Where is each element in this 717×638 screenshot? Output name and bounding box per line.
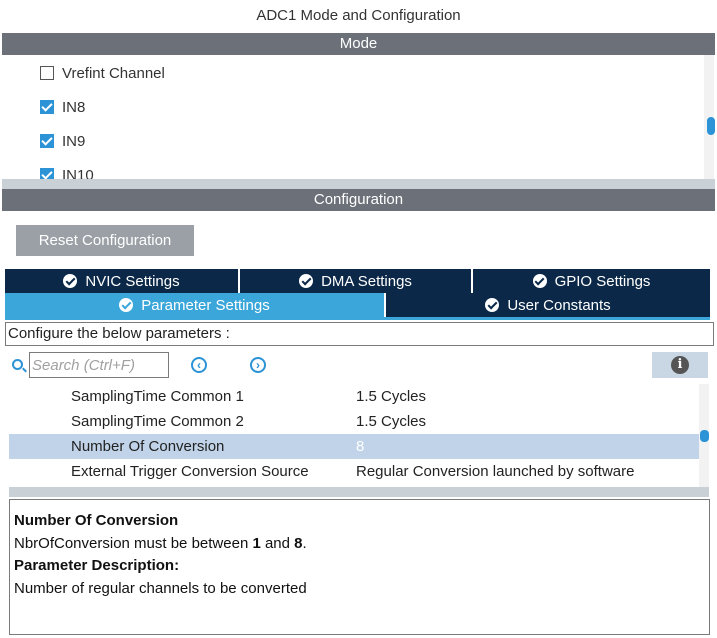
tab-user-constants[interactable]: User Constants xyxy=(386,293,710,317)
parameter-table: SamplingTime Common 1 1.5 Cycles Samplin… xyxy=(9,384,699,487)
check-circle-icon xyxy=(119,298,134,312)
param-value[interactable]: 1.5 Cycles xyxy=(356,409,426,434)
mode-panel: Vrefint Channel IN8 IN9 IN10 xyxy=(2,55,715,179)
tab-parameter-settings[interactable]: Parameter Settings xyxy=(5,293,386,317)
tab-nvic-settings[interactable]: NVIC Settings xyxy=(5,269,240,293)
info-icon: i xyxy=(671,356,689,374)
parameter-scrollbar-thumb[interactable] xyxy=(700,430,709,442)
search-toolbar: ‹ › i xyxy=(9,352,709,380)
mode-item-label: IN10 xyxy=(62,166,94,180)
tab-label: DMA Settings xyxy=(321,272,412,290)
param-name: Number Of Conversion xyxy=(71,438,225,455)
mode-item-label: IN8 xyxy=(62,98,86,116)
mode-item-in10[interactable]: IN10 xyxy=(40,164,94,179)
check-circle-icon xyxy=(63,274,78,288)
reset-configuration-button[interactable]: Reset Configuration xyxy=(16,225,194,256)
constraint-max: 8 xyxy=(294,534,303,552)
mode-item-in8[interactable]: IN8 xyxy=(40,96,85,118)
splitter[interactable] xyxy=(9,487,709,497)
param-description-label: Parameter Description: xyxy=(14,557,180,574)
check-circle-icon xyxy=(532,274,547,288)
param-name: SamplingTime Common 1 xyxy=(71,388,244,405)
tab-label: Parameter Settings xyxy=(141,296,270,314)
table-row[interactable]: External Trigger Conversion Source Regul… xyxy=(9,459,699,484)
table-row-selected[interactable]: Number Of Conversion 8 xyxy=(9,434,699,459)
mode-item-label: Vrefint Channel xyxy=(62,64,165,82)
next-arrow-icon[interactable]: › xyxy=(250,357,266,373)
tab-gpio-settings[interactable]: GPIO Settings xyxy=(473,269,710,293)
mode-item-vrefint[interactable]: Vrefint Channel xyxy=(40,62,165,84)
description-panel: Number Of Conversion NbrOfConversion mus… xyxy=(9,499,710,635)
checkbox-checked-icon[interactable] xyxy=(40,100,54,114)
param-value[interactable]: 8 xyxy=(356,434,364,459)
check-circle-icon xyxy=(485,298,500,312)
window-title: ADC1 Mode and Configuration xyxy=(256,7,461,24)
search-input[interactable] xyxy=(29,352,169,378)
param-name: SamplingTime Common 2 xyxy=(71,413,244,430)
constraint-prefix: NbrOfConversion must be between xyxy=(14,534,253,552)
tab-label: GPIO Settings xyxy=(554,272,651,290)
constraint-suffix: . xyxy=(302,534,307,552)
mode-scrollbar-thumb[interactable] xyxy=(707,117,715,135)
param-value[interactable]: 1.5 Cycles xyxy=(356,384,426,409)
previous-arrow-icon[interactable]: ‹ xyxy=(191,357,207,373)
description-constraint: NbrOfConversion must be between 1 and 8. xyxy=(14,533,705,556)
tab-label: User Constants xyxy=(507,296,611,314)
mode-item-label: IN9 xyxy=(62,132,86,150)
tab-label: NVIC Settings xyxy=(85,272,180,290)
tab-dma-settings[interactable]: DMA Settings xyxy=(240,269,473,293)
description-title: Number Of Conversion xyxy=(14,512,179,529)
search-icon[interactable] xyxy=(12,359,23,370)
checkbox-checked-icon[interactable] xyxy=(40,134,54,148)
param-description-text: Number of regular channels to be convert… xyxy=(14,579,307,597)
check-circle-icon xyxy=(299,274,314,288)
table-row[interactable]: SamplingTime Common 1 1.5 Cycles xyxy=(9,384,699,409)
table-row[interactable]: SamplingTime Common 2 1.5 Cycles xyxy=(9,409,699,434)
parameters-hint: Configure the below parameters : xyxy=(5,322,714,346)
constraint-and: and xyxy=(260,534,295,552)
param-name: External Trigger Conversion Source xyxy=(71,463,309,480)
checkbox-checked-icon[interactable] xyxy=(40,168,54,179)
configuration-section-header: Configuration xyxy=(2,189,715,211)
mode-section-header: Mode xyxy=(2,33,715,55)
constraint-min: 1 xyxy=(252,534,261,552)
mode-item-in9[interactable]: IN9 xyxy=(40,130,85,152)
info-button[interactable]: i xyxy=(652,352,708,378)
tab-underline xyxy=(5,317,710,320)
param-value[interactable]: Regular Conversion launched by software xyxy=(356,459,635,484)
splitter[interactable] xyxy=(2,179,715,189)
checkbox-unchecked-icon[interactable] xyxy=(40,66,54,80)
